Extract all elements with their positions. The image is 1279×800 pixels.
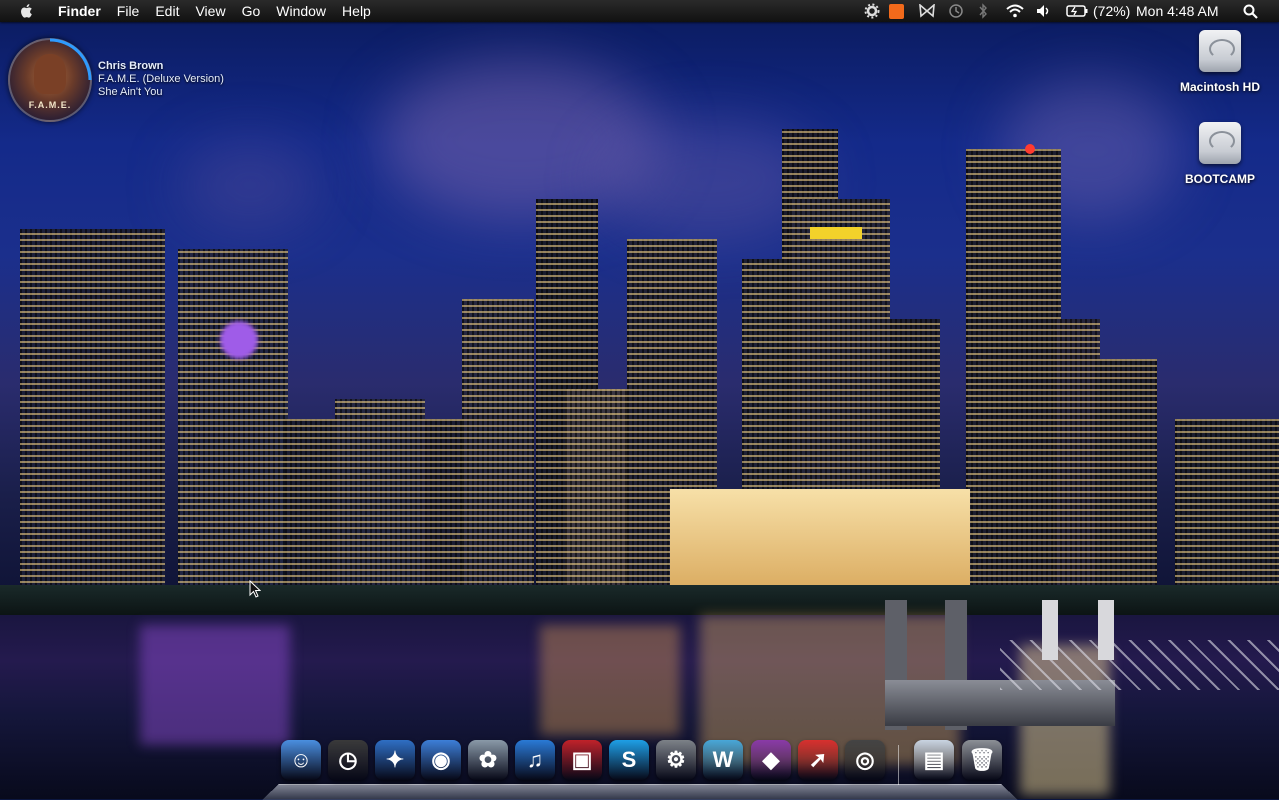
now-playing-album: F.A.M.E. (Deluxe Version) — [98, 73, 224, 85]
system-preferences-icon[interactable]: ⚙ — [656, 740, 696, 780]
dock-divider — [898, 745, 899, 785]
butterfly-icon[interactable] — [918, 0, 936, 22]
drive-label: BOOTCAMP — [1185, 172, 1255, 186]
bluetooth-icon[interactable] — [978, 0, 988, 22]
now-playing-album-art[interactable]: F.A.M.E. — [8, 38, 92, 122]
safari-icon[interactable]: ✦ — [375, 740, 415, 780]
battery-icon[interactable] — [1066, 0, 1088, 22]
ichat-icon[interactable]: ◉ — [421, 740, 461, 780]
artist-photo — [34, 54, 66, 94]
hard-drive-icon — [1199, 30, 1241, 72]
menu-view[interactable]: View — [187, 0, 233, 22]
now-playing-track: She Ain't You — [98, 86, 163, 98]
mouse-cursor-icon — [249, 580, 261, 598]
hard-drive-icon — [1199, 122, 1241, 164]
dock-shelf — [262, 783, 1018, 800]
menu-window[interactable]: Window — [268, 0, 334, 22]
photobooth-icon[interactable]: ▣ — [562, 740, 602, 780]
gear-icon[interactable] — [864, 0, 880, 22]
apple-icon[interactable] — [18, 2, 36, 20]
menu-file[interactable]: File — [109, 0, 148, 22]
skype-icon[interactable]: S — [609, 740, 649, 780]
finder-icon[interactable]: ☺ — [281, 740, 321, 780]
purple-app-icon[interactable]: ◆ — [751, 740, 791, 780]
desktop-drive-macintosh-hd[interactable]: Macintosh HD — [1170, 30, 1270, 94]
album-art-text: F.A.M.E. — [28, 100, 72, 110]
time-machine-icon[interactable] — [948, 0, 964, 22]
menu-go[interactable]: Go — [234, 0, 269, 22]
clock-text: Mon 4:48 AM — [1136, 3, 1219, 19]
menu-help[interactable]: Help — [334, 0, 379, 22]
dashboard-icon[interactable]: ◷ — [328, 740, 368, 780]
menu-finder[interactable]: Finder — [50, 0, 109, 22]
menubar-clock[interactable]: Mon 4:48 AM — [1136, 0, 1219, 22]
app-orange-icon[interactable] — [889, 0, 904, 22]
desktop-wallpaper — [0, 0, 1279, 799]
trash-icon[interactable]: 🗑 — [962, 740, 1002, 780]
word-icon[interactable]: W — [703, 740, 743, 780]
cursor-app-icon[interactable]: ➚ — [798, 740, 838, 780]
battery-percent: (72%) — [1093, 3, 1131, 19]
now-playing-artist: Chris Brown — [98, 60, 164, 72]
menu-bar: Finder File Edit View Go Window Help (72… — [0, 0, 1279, 22]
volume-icon[interactable] — [1036, 0, 1052, 22]
drive-label: Macintosh HD — [1179, 80, 1260, 94]
menu-edit[interactable]: Edit — [147, 0, 187, 22]
spotlight-icon[interactable] — [1243, 0, 1258, 22]
iphoto-icon[interactable]: ✿ — [468, 740, 508, 780]
desktop-drive-bootcamp[interactable]: BOOTCAMP — [1170, 122, 1270, 186]
dvd-player-icon[interactable]: ◎ — [845, 740, 885, 780]
preview-icon[interactable]: ▤ — [914, 740, 954, 780]
itunes-icon[interactable]: ♫ — [515, 740, 555, 780]
wifi-icon[interactable] — [1005, 0, 1025, 22]
